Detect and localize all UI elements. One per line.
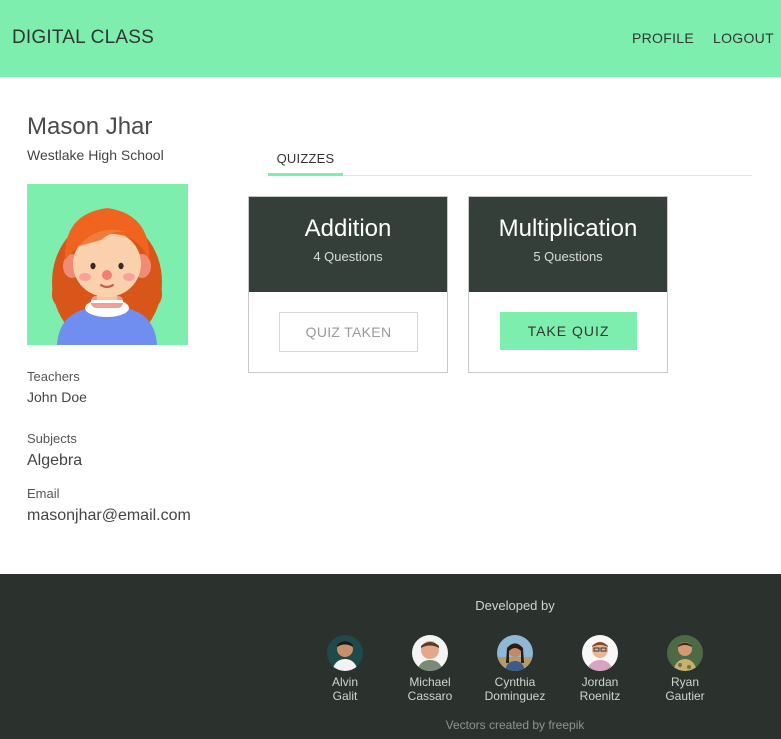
quiz-question-count: 5 Questions xyxy=(533,249,603,264)
brand-title[interactable]: DIGITAL CLASS xyxy=(12,27,154,49)
quiz-card-header: Addition 4 Questions xyxy=(249,197,447,292)
take-quiz-button[interactable]: TAKE QUIZ xyxy=(500,312,637,350)
girl-avatar-illustration xyxy=(52,208,162,345)
footer: Developed by Alvin Galit Michael Cassaro… xyxy=(0,574,781,739)
email-label: Email xyxy=(27,486,60,501)
quiz-card-multiplication: Multiplication 5 Questions TAKE QUIZ xyxy=(468,196,668,373)
quiz-taken-button: QUIZ TAKEN xyxy=(279,312,418,352)
quiz-question-count: 4 Questions xyxy=(313,249,383,264)
developer-first-name: Ryan xyxy=(670,675,699,689)
logout-link[interactable]: LOGOUT xyxy=(713,30,774,46)
teachers-value: John Doe xyxy=(27,389,87,405)
quiz-title: Multiplication xyxy=(498,215,638,242)
quiz-card-header: Multiplication 5 Questions xyxy=(469,197,667,292)
developer-card: Ryan Gautier xyxy=(635,635,735,703)
developer-photo xyxy=(497,635,533,671)
vector-credit[interactable]: Vectors created by freepik xyxy=(0,718,781,732)
quiz-card-addition: Addition 4 Questions QUIZ TAKEN xyxy=(248,196,448,373)
profile-link[interactable]: PROFILE xyxy=(632,30,694,46)
footer-heading: Developed by xyxy=(475,598,555,613)
tab-quizzes[interactable]: QUIZZES xyxy=(268,145,343,176)
developer-photo xyxy=(582,635,618,671)
teachers-label: Teachers xyxy=(27,369,80,384)
developer-photo xyxy=(667,635,703,671)
developer-photo xyxy=(327,635,363,671)
student-name: Mason Jhar xyxy=(27,113,153,140)
top-navbar: DIGITAL CLASS PROFILE LOGOUT xyxy=(0,0,781,77)
email-value: masonjhar@email.com xyxy=(27,507,191,524)
subjects-value: Algebra xyxy=(27,452,83,469)
student-avatar xyxy=(27,184,188,345)
developer-last-name: Gautier xyxy=(665,689,705,703)
developer-photo xyxy=(412,635,448,671)
student-school: Westlake High School xyxy=(27,147,164,163)
quiz-title: Addition xyxy=(304,215,392,242)
subjects-label: Subjects xyxy=(27,431,77,446)
